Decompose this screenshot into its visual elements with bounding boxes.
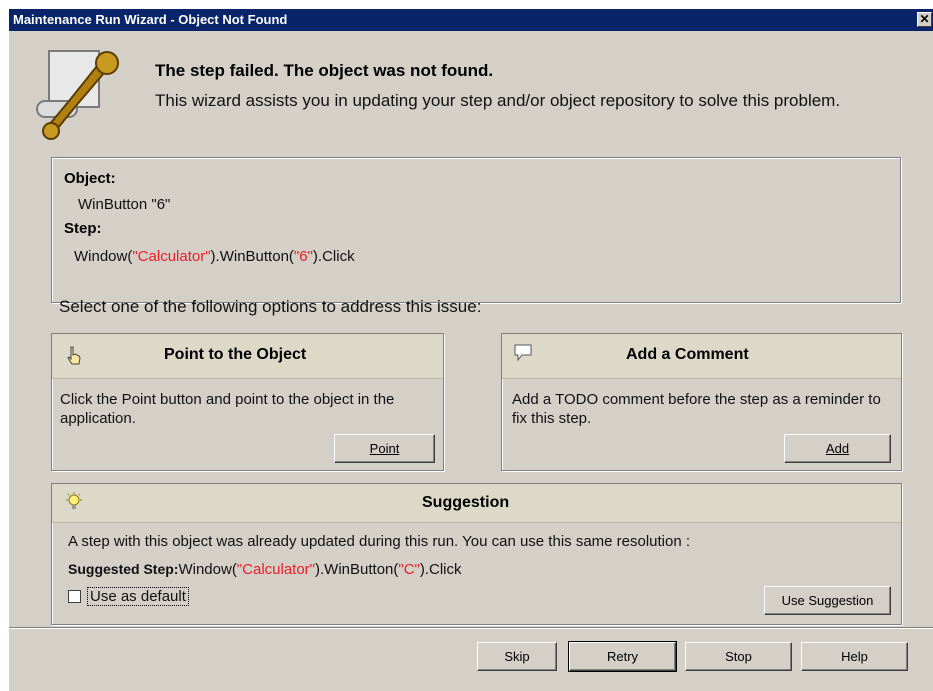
close-button[interactable]: ✕ — [917, 12, 932, 27]
suggestion-card-header: Suggestion — [52, 484, 901, 523]
step-label: Step: — [64, 220, 102, 237]
use-as-default-label[interactable]: Use as default — [87, 587, 189, 606]
suggested-step-label: Suggested Step: — [68, 561, 179, 577]
add-button-label: Add — [825, 441, 850, 456]
comment-card-header: Add a Comment — [502, 334, 901, 379]
help-button[interactable]: Help — [801, 642, 908, 671]
title-bar[interactable]: Maintenance Run Wizard - Object Not Foun… — [9, 9, 933, 31]
speech-bubble-icon — [514, 344, 532, 362]
retry-label: Retry — [606, 649, 639, 664]
skip-button[interactable]: Skip — [477, 642, 557, 671]
wrench-scroll-icon — [36, 50, 119, 140]
add-comment-card: Add a Comment Add a TODO comment before … — [501, 333, 902, 471]
suggestion-card: Suggestion A step with this object was a… — [51, 483, 902, 625]
step-value: Window("Calculator").WinButton("6").Clic… — [74, 248, 355, 265]
add-button[interactable]: Add — [784, 434, 891, 463]
point-object-card: Point to the Object Click the Point butt… — [51, 333, 444, 471]
object-info-panel: Object: WinButton "6" Step: Window("Calc… — [51, 157, 901, 303]
point-card-body: Click the Point button and point to the … — [60, 391, 395, 427]
comment-card-body: Add a TODO comment before the step as a … — [512, 391, 881, 427]
help-label: Help — [841, 649, 868, 664]
step-button-name: "6" — [293, 248, 313, 265]
lightbulb-icon — [66, 492, 82, 509]
step-mid: ).WinButton( — [210, 248, 294, 265]
point-button[interactable]: Point — [334, 434, 435, 463]
suggested-step-window: "Calculator" — [236, 561, 316, 578]
use-suggestion-button[interactable]: Use Suggestion — [764, 586, 891, 615]
suggestion-card-title: Suggestion — [422, 494, 510, 511]
use-as-default-row[interactable]: Use as default — [68, 587, 189, 606]
skip-label: Skip — [504, 649, 530, 664]
suggested-step: Suggested Step:Window("Calculator").WinB… — [68, 560, 898, 579]
suggested-step-prefix: Window( — [178, 561, 237, 578]
wizard-window: Maintenance Run Wizard - Object Not Foun… — [8, 8, 933, 691]
object-value: WinButton "6" — [78, 196, 171, 213]
options-prompt: Select one of the following options to a… — [59, 297, 482, 316]
step-suffix: ).Click — [312, 248, 355, 265]
point-card-title: Point to the Object — [164, 346, 307, 363]
button-footer: Skip Retry Stop Help — [9, 627, 933, 691]
hand-pointer-icon — [67, 346, 81, 365]
stop-label: Stop — [725, 649, 752, 664]
suggested-step-suffix: ).Click — [419, 561, 462, 578]
comment-card-title: Add a Comment — [626, 346, 749, 363]
use-suggestion-label: Use Suggestion — [781, 593, 874, 608]
point-card-header: Point to the Object — [52, 334, 443, 379]
header-title: The step failed. The object was not foun… — [155, 61, 494, 80]
window-title: Maintenance Run Wizard - Object Not Foun… — [13, 12, 288, 27]
stop-button[interactable]: Stop — [685, 642, 792, 671]
step-window-name: "Calculator" — [132, 248, 211, 265]
object-label: Object: — [64, 170, 116, 187]
header-description: This wizard assists you in updating your… — [155, 91, 841, 110]
suggested-step-button: "C" — [398, 561, 420, 578]
point-button-label: Point — [369, 441, 400, 456]
wizard-content: The step failed. The object was not foun… — [9, 31, 933, 627]
suggestion-card-body: A step with this object was already upda… — [68, 533, 691, 550]
suggested-step-mid: ).WinButton( — [315, 561, 399, 578]
use-as-default-checkbox[interactable] — [68, 590, 81, 603]
step-prefix: Window( — [74, 248, 133, 265]
retry-button[interactable]: Retry — [568, 641, 677, 672]
